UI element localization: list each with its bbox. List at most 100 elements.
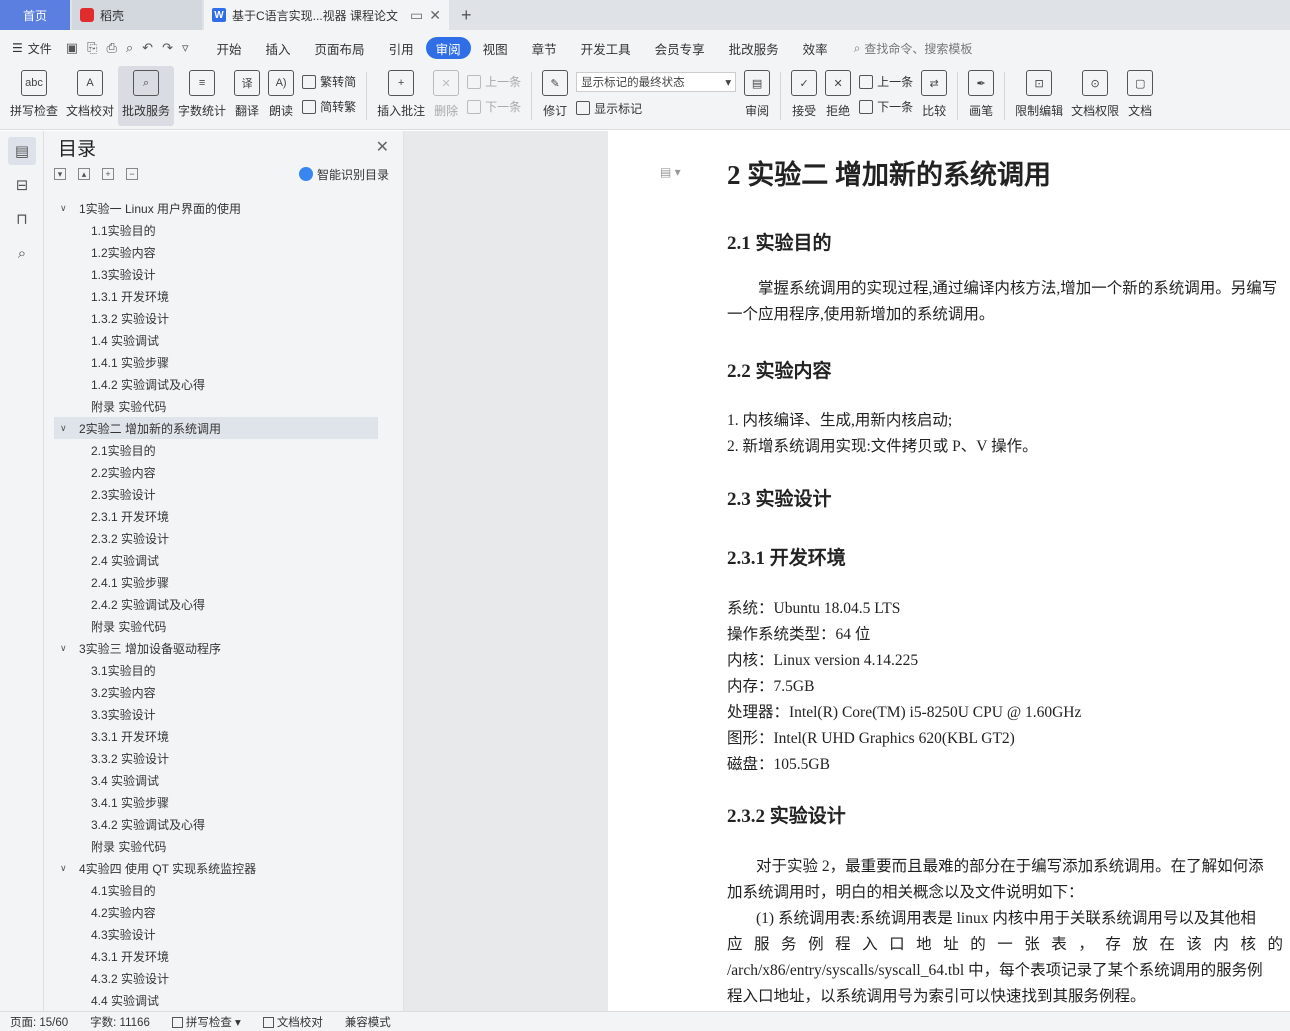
delete-comment-button[interactable]: ✕ 删除	[429, 66, 463, 126]
menu-devtools[interactable]: 开发工具	[569, 37, 643, 59]
close-icon[interactable]: ✕	[376, 137, 389, 157]
toc-item[interactable]: ∨ 2实验二 增加新的系统调用	[54, 417, 378, 439]
simp-to-trad-button[interactable]: 简转繁	[302, 98, 356, 115]
toc-item[interactable]: 4.3.2 实验设计	[54, 967, 378, 989]
trad-to-simp-button[interactable]: 繁转简	[302, 73, 356, 90]
page-menu-icon[interactable]: ▤ ▾	[660, 165, 681, 179]
toc-item[interactable]: 1.1实验目的	[54, 219, 378, 241]
pin-icon[interactable]: ▭	[410, 7, 423, 24]
toc-item[interactable]: 3.2实验内容	[54, 681, 378, 703]
restrict-edit-button[interactable]: ⊡ 限制编辑	[1011, 66, 1067, 126]
chapter-nav-icon[interactable]: ⊟	[8, 171, 36, 199]
toc-item[interactable]: 1.3.2 实验设计	[54, 307, 378, 329]
word-count[interactable]: 字数: 11166	[90, 1014, 150, 1030]
prev-comment-button[interactable]: 上一条	[467, 73, 521, 90]
toc-item[interactable]: 附录 实验代码	[54, 395, 378, 417]
close-tab-icon[interactable]: ✕	[429, 7, 441, 24]
menu-member[interactable]: 会员专享	[643, 37, 717, 59]
toc-item[interactable]: 3.4 实验调试	[54, 769, 378, 791]
save-icon[interactable]: ▣	[66, 40, 78, 56]
toc-item[interactable]: 3.3.2 实验设计	[54, 747, 378, 769]
toc-item[interactable]: 2.4 实验调试	[54, 549, 378, 571]
toc-item[interactable]: ∨ 1实验一 Linux 用户界面的使用	[54, 197, 378, 219]
toc-item[interactable]: 附录 实验代码	[54, 835, 378, 857]
toc-item[interactable]: 1.4 实验调试	[54, 329, 378, 351]
doc-more-button[interactable]: ▢ 文档	[1123, 66, 1157, 126]
toc-item[interactable]: ∨ 3实验三 增加设备驱动程序	[54, 637, 378, 659]
next-change-button[interactable]: 下一条	[859, 98, 913, 115]
spellcheck-status[interactable]: 拼写检查 ▾	[171, 1014, 241, 1030]
read-aloud-button[interactable]: A) 朗读	[264, 66, 298, 126]
toc-item[interactable]: 3.4.2 实验调试及心得	[54, 813, 378, 835]
file-menu[interactable]: ☰ 文件	[12, 40, 52, 57]
menu-insert[interactable]: 插入	[254, 37, 303, 59]
search-icon[interactable]: ⌕	[8, 239, 36, 267]
undo-icon[interactable]: ↶	[142, 40, 153, 56]
chevron-down-icon[interactable]: ∨	[60, 863, 72, 874]
chevron-down-icon[interactable]: ∨	[60, 643, 72, 654]
toc-item[interactable]: 1.4.1 实验步骤	[54, 351, 378, 373]
toc-item[interactable]: ∨ 4实验四 使用 QT 实现系统监控器	[54, 857, 378, 879]
chevron-down-icon[interactable]: ∨	[60, 423, 72, 434]
menu-view[interactable]: 视图	[471, 37, 520, 59]
prev-change-button[interactable]: 上一条	[859, 73, 913, 90]
toc-item[interactable]: 2.3.1 开发环境	[54, 505, 378, 527]
spellcheck-button[interactable]: abc 拼写检查	[6, 66, 62, 126]
tab-daoke[interactable]: 稻壳	[72, 0, 202, 30]
toc-item[interactable]: 2.1实验目的	[54, 439, 378, 461]
doc-permission-button[interactable]: ⊙ 文档权限	[1067, 66, 1123, 126]
toc-item[interactable]: 1.3实验设计	[54, 263, 378, 285]
toc-item[interactable]: 1.4.2 实验调试及心得	[54, 373, 378, 395]
proofread-status[interactable]: 文档校对	[262, 1014, 323, 1030]
toc-item[interactable]: 1.3.1 开发环境	[54, 285, 378, 307]
track-changes-button[interactable]: ✎ 修订	[538, 66, 572, 126]
toc-item[interactable]: 附录 实验代码	[54, 615, 378, 637]
chevron-down-icon[interactable]: ∨	[60, 203, 72, 214]
next-comment-button[interactable]: 下一条	[467, 98, 521, 115]
menu-layout[interactable]: 页面布局	[303, 37, 377, 59]
collapse-all-icon[interactable]: ▾	[54, 168, 66, 180]
toc-item[interactable]: 4.4 实验调试	[54, 989, 378, 1008]
preview-icon[interactable]: ⌕	[126, 40, 133, 56]
markup-state-select[interactable]: 显示标记的最终状态 ▾	[576, 71, 737, 92]
tab-home[interactable]: 首页	[0, 0, 70, 30]
compare-button[interactable]: ⇄ 比较	[917, 66, 951, 126]
toc-item[interactable]: 2.3.2 实验设计	[54, 527, 378, 549]
page-indicator[interactable]: 页面: 15/60	[10, 1014, 68, 1030]
insert-comment-button[interactable]: + 插入批注	[373, 66, 429, 126]
reject-button[interactable]: ✕ 拒绝	[821, 66, 855, 126]
new-tab-button[interactable]: +	[449, 0, 484, 30]
toc-item[interactable]: 4.1实验目的	[54, 879, 378, 901]
redo-icon[interactable]: ↷	[162, 40, 173, 56]
toc-item[interactable]: 4.2实验内容	[54, 901, 378, 923]
show-markup-button[interactable]: 显示标记	[576, 100, 736, 117]
toc-item[interactable]: 3.3实验设计	[54, 703, 378, 725]
toc-item[interactable]: 2.4.2 实验调试及心得	[54, 593, 378, 615]
toc-item[interactable]: 2.3实验设计	[54, 483, 378, 505]
wordcount-button[interactable]: ≡ 字数统计	[174, 66, 230, 126]
doccheck-button[interactable]: A 文档校对	[62, 66, 118, 126]
toc-item[interactable]: 3.3.1 开发环境	[54, 725, 378, 747]
revise-service-button[interactable]: ⌕ 批改服务	[118, 66, 175, 126]
toc-item[interactable]: 3.1实验目的	[54, 659, 378, 681]
review-pane-button[interactable]: ▤ 审阅	[740, 66, 774, 126]
pen-button[interactable]: ✒ 画笔	[964, 66, 998, 126]
menu-reference[interactable]: 引用	[377, 37, 426, 59]
toc-item[interactable]: 2.2实验内容	[54, 461, 378, 483]
menu-chapter[interactable]: 章节	[520, 37, 569, 59]
accept-button[interactable]: ✓ 接受	[787, 66, 821, 126]
minus-icon[interactable]: −	[126, 168, 138, 180]
toc-nav-icon[interactable]: ▤	[8, 137, 36, 165]
plus-icon[interactable]: +	[102, 168, 114, 180]
menu-efficiency[interactable]: 效率	[791, 37, 840, 59]
toc-item[interactable]: 4.3.1 开发环境	[54, 945, 378, 967]
menu-review[interactable]: 审阅	[425, 37, 471, 59]
expand-up-icon[interactable]: ▴	[78, 168, 90, 180]
ai-toc-button[interactable]: 智能识别目录	[298, 166, 393, 183]
toc-item[interactable]: 1.2实验内容	[54, 241, 378, 263]
more-icon[interactable]: ▿	[182, 40, 189, 56]
menu-home[interactable]: 开始	[205, 37, 254, 59]
tab-document[interactable]: W 基于C语言实现...视器 课程论文 ▭ ✕	[204, 0, 449, 30]
translate-button[interactable]: 译翻译	[230, 66, 264, 126]
document-page[interactable]: ▤ ▾ 2 实验二 增加新的系统调用 2.1 实验目的 掌握系统调用的实现过程,…	[608, 131, 1290, 1011]
